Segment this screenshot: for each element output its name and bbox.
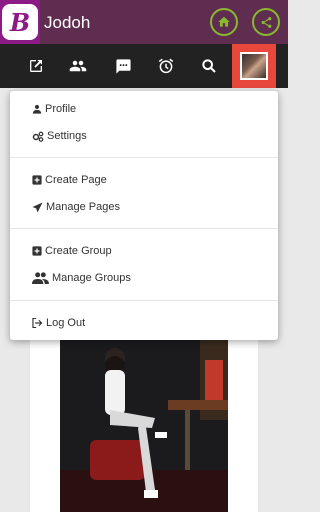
app-logo[interactable]: B	[0, 0, 40, 44]
logo-letter: B	[9, 7, 31, 37]
sign-out-icon	[32, 318, 43, 328]
plus-square-icon	[32, 175, 42, 185]
gears-icon	[32, 131, 44, 142]
logo-badge: B	[2, 4, 38, 40]
nav-compose[interactable]	[14, 44, 58, 88]
nav-friends[interactable]	[56, 44, 100, 88]
menu-item-manage-pages[interactable]: Manage Pages	[32, 197, 120, 217]
menu-item-manage-groups-label: Manage Groups	[52, 272, 131, 284]
account-dropdown-menu: Profile Settings Create Page Manage Page…	[10, 91, 278, 340]
menu-divider	[10, 228, 278, 229]
menu-item-create-group-label: Create Group	[45, 245, 112, 257]
menu-item-create-page-label: Create Page	[45, 174, 107, 186]
menu-item-create-group[interactable]: Create Group	[32, 241, 112, 261]
plus-square-icon	[32, 246, 42, 256]
menu-divider	[10, 300, 278, 301]
search-icon	[202, 59, 216, 73]
menu-item-manage-groups[interactable]: Manage Groups	[32, 268, 131, 288]
share-icon	[261, 16, 271, 28]
menu-item-create-page[interactable]: Create Page	[32, 170, 107, 190]
group-icon	[32, 272, 49, 284]
alarm-icon	[158, 58, 174, 74]
nav-notifications[interactable]	[144, 44, 188, 88]
app-header: B Jodoh	[0, 0, 288, 44]
nav-search[interactable]	[187, 44, 231, 88]
home-button[interactable]	[210, 8, 238, 36]
menu-item-manage-pages-label: Manage Pages	[46, 201, 120, 213]
user-icon	[32, 104, 42, 114]
paper-plane-icon	[32, 201, 43, 213]
avatar	[240, 52, 268, 80]
share-button[interactable]	[252, 8, 280, 36]
app-title: Jodoh	[44, 13, 91, 32]
friends-icon	[69, 60, 87, 72]
menu-item-logout[interactable]: Log Out	[32, 313, 85, 333]
menu-divider	[10, 157, 278, 158]
photo-illustration	[60, 340, 228, 512]
messages-icon	[115, 58, 131, 74]
menu-item-settings-label: Settings	[47, 130, 87, 142]
compose-icon	[30, 60, 42, 72]
menu-item-profile[interactable]: Profile	[32, 99, 76, 119]
nav-profile-avatar[interactable]	[232, 44, 276, 88]
home-icon	[218, 16, 230, 27]
menu-item-profile-label: Profile	[45, 103, 77, 115]
nav-messages[interactable]	[101, 44, 145, 88]
menu-item-settings[interactable]: Settings	[32, 126, 87, 146]
menu-item-logout-label: Log Out	[46, 317, 86, 329]
post-photo[interactable]	[60, 340, 228, 512]
